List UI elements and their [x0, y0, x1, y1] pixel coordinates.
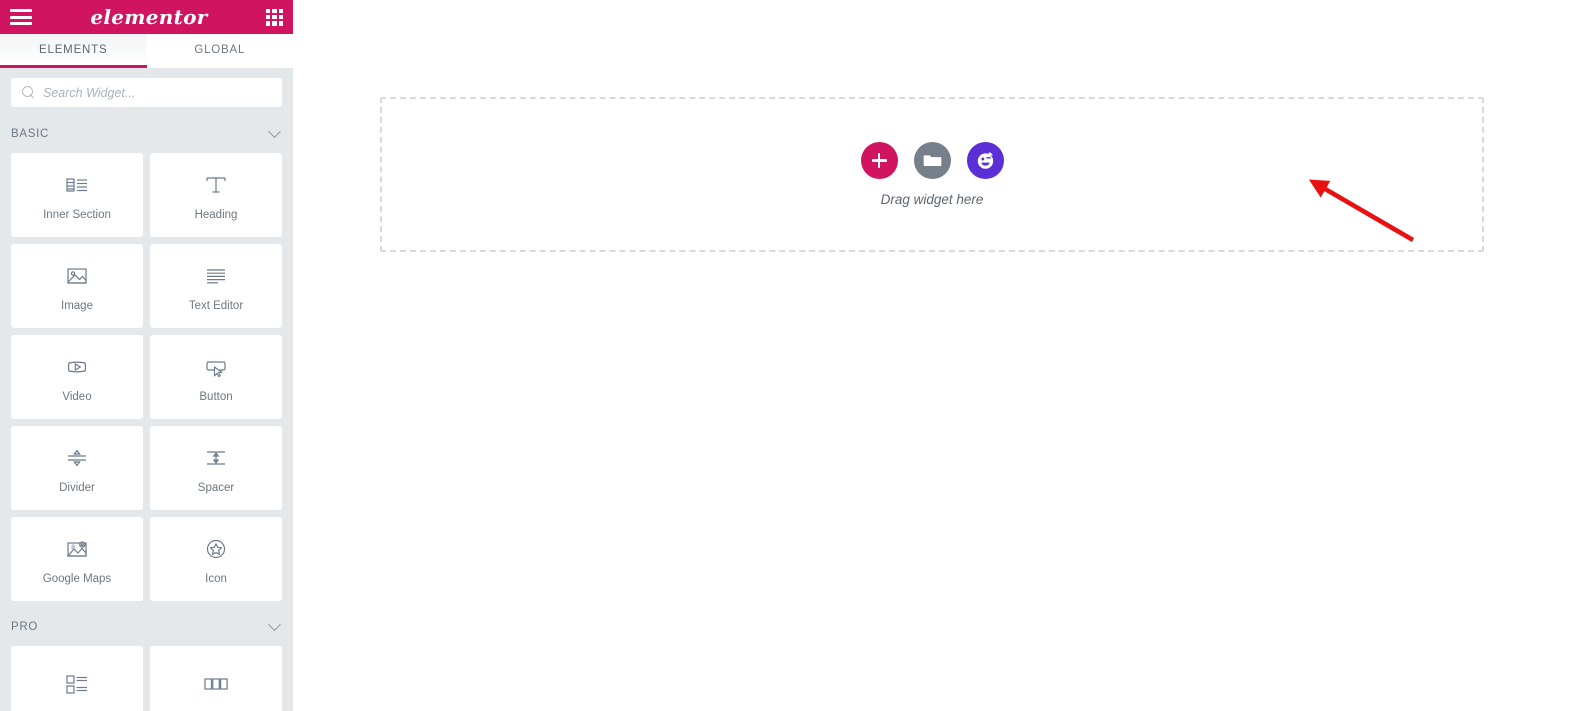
- widget-button[interactable]: Button: [150, 335, 282, 419]
- category-header-basic[interactable]: BASIC: [0, 120, 293, 148]
- editor-canvas: Drag widget here: [293, 0, 1594, 711]
- widget-label: Button: [199, 390, 233, 403]
- chevron-down-icon: [268, 124, 281, 138]
- widget-inner-section[interactable]: Inner Section: [11, 153, 143, 237]
- panel-header: elementor: [0, 0, 293, 34]
- widget-label: Spacer: [197, 481, 235, 494]
- plus-icon: [871, 153, 887, 168]
- happy-face-icon: [976, 151, 995, 170]
- search-container: [0, 68, 293, 116]
- tab-elements[interactable]: ELEMENTS: [0, 34, 147, 68]
- category-header-pro[interactable]: PRO: [0, 613, 293, 641]
- widget-posts[interactable]: [11, 646, 143, 711]
- widget-heading[interactable]: Heading: [150, 153, 282, 237]
- text-editor-icon: [201, 261, 231, 291]
- posts-list-icon: [62, 669, 92, 699]
- drop-zone[interactable]: Drag widget here: [380, 97, 1484, 252]
- widget-three-column[interactable]: [150, 646, 282, 711]
- chevron-down-icon: [268, 617, 281, 631]
- spacer-icon: [201, 443, 231, 473]
- widget-label: Video: [62, 390, 92, 403]
- widget-list-scroll[interactable]: BASIC Inner Section Heading Image Text E…: [0, 116, 293, 711]
- inner-section-icon: [62, 170, 92, 200]
- widget-label: Image: [61, 299, 93, 312]
- widget-google-maps[interactable]: 8 Google Maps: [11, 517, 143, 601]
- widget-grid-basic: Inner Section Heading Image Text Editor …: [0, 148, 293, 601]
- search-icon: [22, 86, 35, 99]
- search-input[interactable]: [43, 85, 271, 100]
- button-icon: [201, 352, 231, 382]
- elementor-logo: elementor: [90, 5, 208, 29]
- video-icon: [62, 352, 92, 382]
- add-template-button[interactable]: [913, 142, 951, 179]
- widget-video[interactable]: Video: [11, 335, 143, 419]
- image-icon: [62, 261, 92, 291]
- heading-icon: [201, 170, 231, 200]
- widget-label: Heading: [194, 208, 238, 221]
- drop-zone-actions: [860, 142, 1004, 179]
- elementor-widget-panel: elementor ELEMENTS GLOBAL BASIC: [0, 0, 293, 711]
- happy-addons-button[interactable]: [966, 142, 1004, 179]
- panel-tabs: ELEMENTS GLOBAL: [0, 34, 293, 68]
- svg-text:8: 8: [71, 544, 75, 551]
- widget-label: Icon: [205, 572, 227, 585]
- folder-icon: [923, 151, 942, 170]
- widget-text-editor[interactable]: Text Editor: [150, 244, 282, 328]
- drop-zone-label: Drag widget here: [880, 192, 984, 207]
- widget-spacer[interactable]: Spacer: [150, 426, 282, 510]
- widget-label: Google Maps: [42, 572, 112, 585]
- star-icon: [201, 534, 231, 564]
- widget-divider[interactable]: Divider: [11, 426, 143, 510]
- search-box[interactable]: [11, 78, 282, 107]
- google-maps-icon: 8: [62, 534, 92, 564]
- widget-label: Inner Section: [43, 208, 111, 221]
- tab-elements-label: ELEMENTS: [39, 43, 108, 56]
- category-title-basic: BASIC: [11, 128, 50, 140]
- category-title-pro: PRO: [11, 621, 39, 633]
- widget-grid-pro: [0, 641, 293, 711]
- widget-label: Text Editor: [188, 299, 244, 312]
- tab-global[interactable]: GLOBAL: [146, 34, 293, 68]
- hamburger-menu-icon[interactable]: [10, 9, 32, 25]
- widget-icon[interactable]: Icon: [150, 517, 282, 601]
- widget-label: Divider: [59, 481, 95, 494]
- widget-image[interactable]: Image: [11, 244, 143, 328]
- elementor-editor: elementor ELEMENTS GLOBAL BASIC: [0, 0, 1594, 711]
- three-column-icon: [201, 669, 231, 699]
- divider-icon: [62, 443, 92, 473]
- tab-global-label: GLOBAL: [194, 43, 246, 56]
- add-new-section-button[interactable]: [860, 142, 898, 179]
- apps-grid-icon[interactable]: [265, 8, 283, 26]
